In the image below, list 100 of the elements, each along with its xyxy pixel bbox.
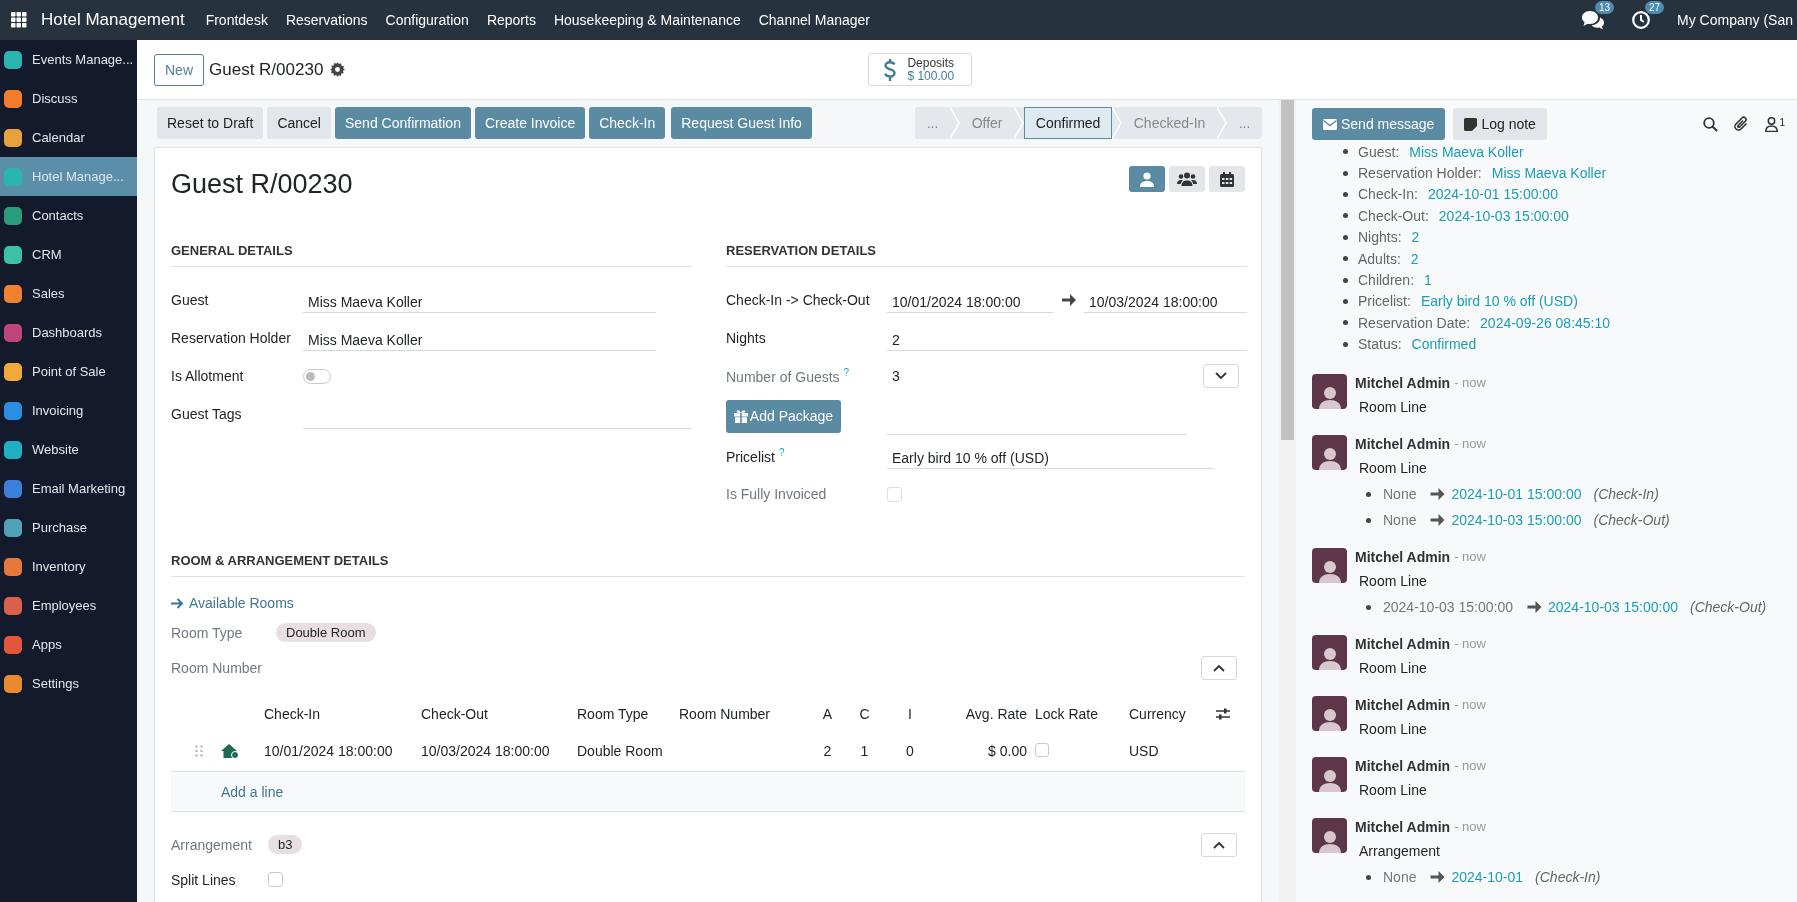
sidebar-item[interactable]: Apps [0,625,137,664]
collapse-button[interactable] [1201,832,1237,857]
field-label: Check-In -> Check-Out [726,292,871,308]
tracking-value: Confirmed [1411,336,1477,353]
tracking-value: Miss Maeva Koller [1491,165,1607,182]
column-header[interactable]: Avg. Rate [937,706,1027,722]
view-button[interactable] [1169,166,1205,192]
menu-item[interactable]: Configuration [376,12,478,28]
avatar [1312,696,1347,731]
view-button[interactable] [1209,166,1245,192]
sidebar-item[interactable]: Employees [0,586,137,625]
action-button[interactable]: Cancel [267,107,331,139]
menu-item[interactable]: Frontdesk [196,12,277,28]
sidebar-item[interactable]: Sales [0,274,137,313]
checkbox[interactable] [1035,742,1049,757]
search-icon[interactable] [1703,116,1719,132]
add-package-button[interactable]: Add Package [726,399,841,433]
sidebar-item[interactable]: Dashboards [0,313,137,352]
sidebar-item[interactable]: Inventory [0,547,137,586]
column-header[interactable]: Room Number [679,706,809,722]
clock-icon[interactable] [1631,10,1652,30]
action-button[interactable]: Create Invoice [474,107,586,139]
menu-item[interactable]: Housekeeping & Maintenance [544,12,750,28]
available-rooms-link[interactable]: Available Rooms [171,591,294,615]
new-button[interactable]: New [154,53,204,86]
section-heading: RESERVATION DETAILS [726,243,1247,267]
avatar [1312,635,1347,670]
sidebar-item[interactable]: Purchase [0,508,137,547]
message-time: - now [1454,436,1486,451]
old-value: None [1383,486,1417,502]
menu-item[interactable]: Channel Manager [749,12,879,28]
message-time: - now [1454,375,1486,390]
message-author: Mitchel Admin [1355,635,1451,652]
settings-icon[interactable] [330,62,346,77]
old-value: 2024-10-03 15:00:00 [1383,599,1513,615]
action-button[interactable]: Check-In [589,107,666,139]
sidebar-item[interactable]: Point of Sale [0,352,137,391]
column-header[interactable]: Currency [1129,706,1201,722]
column-header[interactable]: Check-Out [421,706,577,722]
text-field[interactable]: Miss Maeva Koller [303,325,656,351]
checkbox[interactable] [268,872,283,887]
message-time: - now [1454,549,1486,564]
person-icon [1140,171,1154,187]
table-cell-text: 10/01/2024 18:00:00 [264,743,394,759]
column-header[interactable]: Check-In [264,706,421,722]
collapse-button[interactable] [1201,655,1237,680]
action-button[interactable]: Reset to Draft [157,107,264,139]
message-time: - now [1454,697,1486,712]
text-field[interactable]: Miss Maeva Koller [303,287,656,313]
scrollbar[interactable] [1279,100,1296,902]
menu-item[interactable]: Reports [477,12,545,28]
user-icon[interactable] [1765,116,1779,132]
sidebar-item[interactable]: CRM [0,235,137,274]
column-header[interactable]: I [883,706,937,722]
bullet-icon [1343,341,1348,347]
pricelist-field[interactable]: Early bird 10 % off (USD) [887,443,1213,469]
drag-handle-icon[interactable] [195,745,203,757]
menu-item[interactable]: Reservations [276,12,377,28]
tracking-label: Children: [1358,272,1415,289]
new-value: 2024-10-01 15:00:00 [1451,486,1582,502]
column-header[interactable]: C [846,706,883,722]
tracking-label: Guest: [1358,143,1400,160]
tracking-label: Check-Out: [1358,207,1429,224]
sidebar-item[interactable]: Contacts [0,196,137,235]
nights-field[interactable]: 2 [887,325,1247,351]
expand-button[interactable] [1203,364,1239,388]
column-header[interactable]: Room Type [577,706,679,722]
sliders-icon[interactable] [1216,708,1230,720]
checkbox[interactable] [887,486,902,502]
allotment-toggle[interactable] [303,368,331,384]
tracking-value: 2024-10-03 15:00:00 [1438,207,1569,224]
column-header[interactable]: Lock Rate [1027,706,1129,722]
date-field[interactable]: 10/03/2024 18:00:00 [1084,287,1247,313]
log-note-button[interactable]: Log note [1453,108,1547,140]
company-switcher[interactable]: My Company (San [1677,12,1793,28]
app-grid-icon[interactable] [11,12,27,28]
calendar-icon [1220,171,1234,187]
tracking-value: 2 [1410,250,1419,267]
deposits-button[interactable]: Deposits $ 100.00 [868,53,973,86]
tracking-label: Check-In: [1358,186,1418,203]
action-button[interactable]: Send Confirmation [334,107,471,139]
sidebar-item[interactable]: Calendar [0,118,137,157]
send-message-button[interactable]: Send message [1312,108,1446,140]
app-title[interactable]: Hotel Management [41,10,185,30]
field-label: Number of Guests $^{?}$ [726,367,851,385]
add-line-link[interactable]: Add a line [221,783,284,800]
chat-icon[interactable] [1581,10,1606,30]
sidebar-item[interactable]: Events Manage... [0,40,137,79]
paperclip-icon[interactable] [1734,115,1750,133]
date-field[interactable]: 10/01/2024 18:00:00 [887,287,1053,313]
sidebar-item[interactable]: Email Marketing [0,469,137,508]
count-badge: 27 [1645,1,1665,14]
column-header[interactable]: A [809,706,846,722]
action-button[interactable]: Request Guest Info [671,107,812,139]
sidebar-item[interactable]: Website [0,430,137,469]
sidebar-item[interactable]: Discuss [0,79,137,118]
tracking-label: Nights: [1358,229,1402,246]
sidebar-item[interactable]: Settings [0,664,137,703]
status-step[interactable]: Confirmed [1024,107,1113,139]
sidebar-item[interactable]: Invoicing [0,391,137,430]
